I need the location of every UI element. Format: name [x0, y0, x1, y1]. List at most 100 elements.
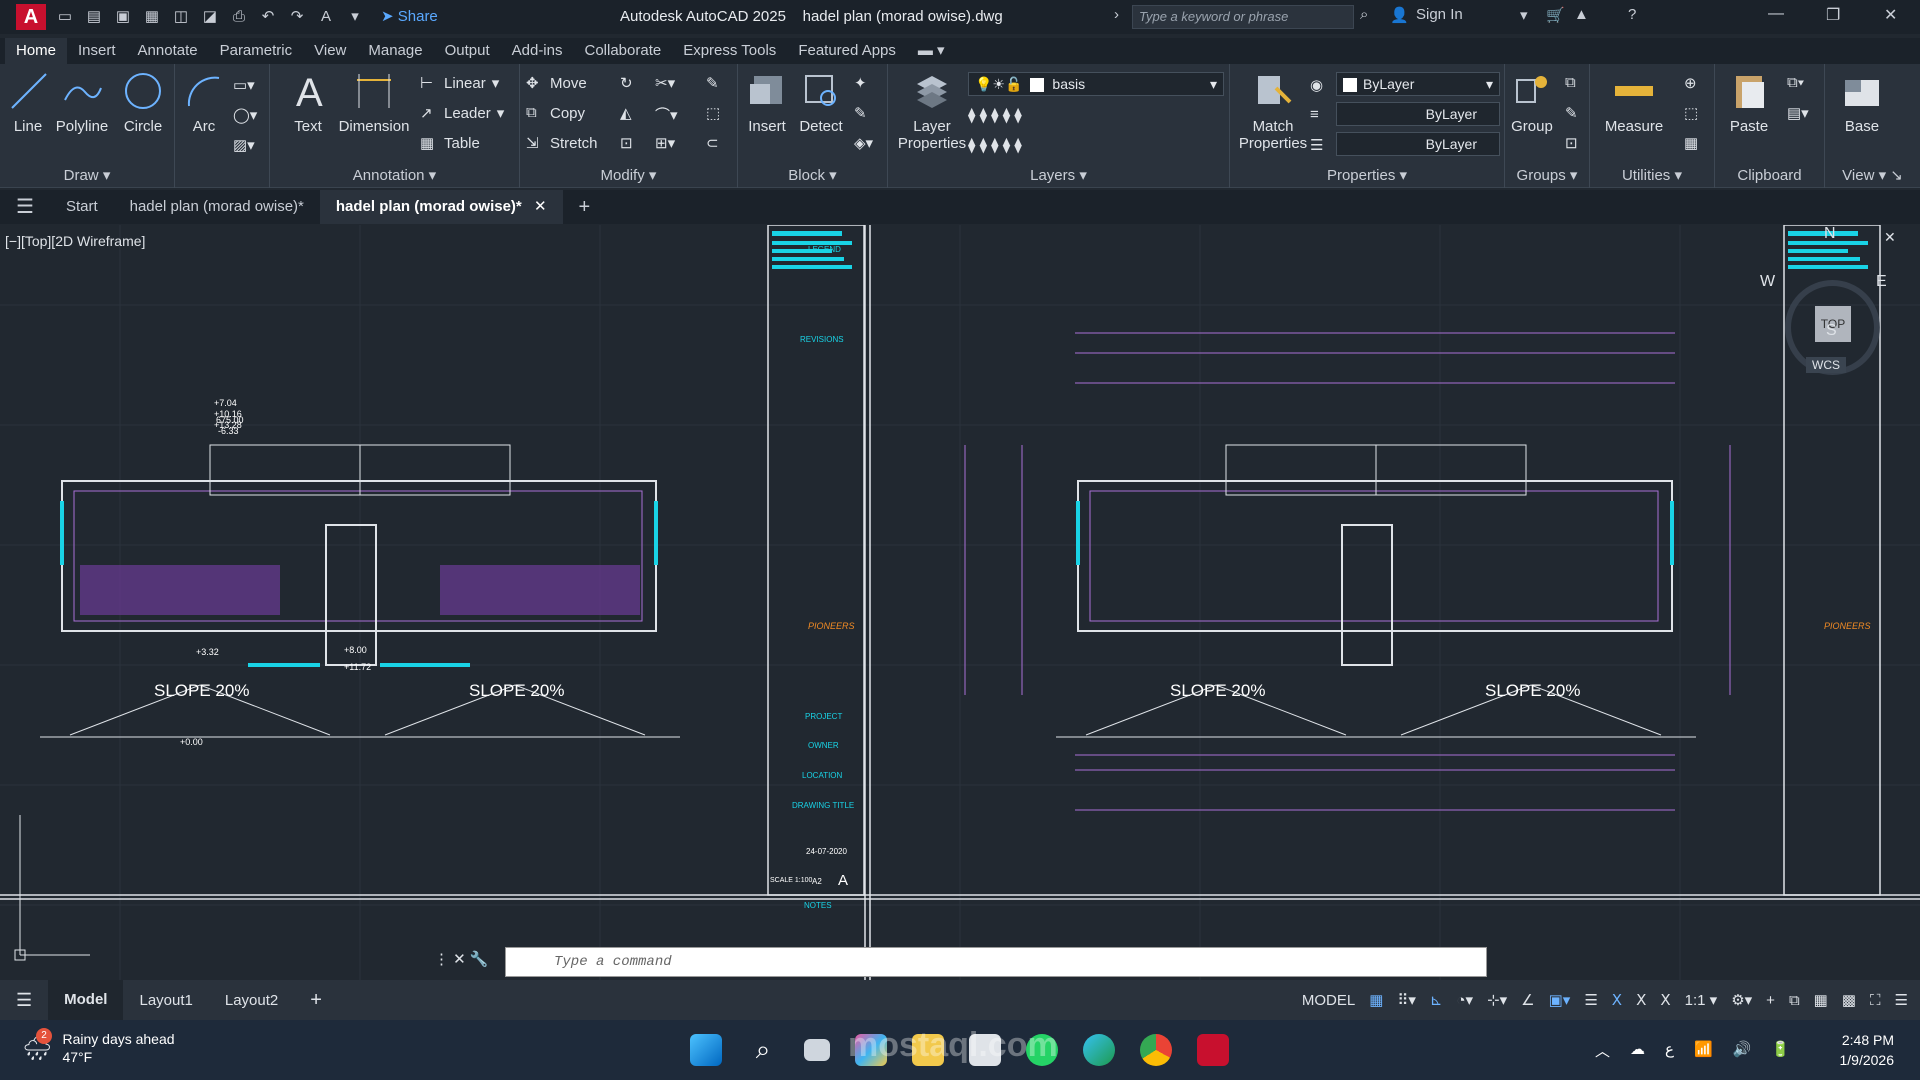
- minimize-icon[interactable]: —: [1768, 5, 1784, 23]
- start-windows-icon[interactable]: [690, 1034, 722, 1066]
- cut-icon[interactable]: ⧉▾: [1787, 74, 1804, 91]
- ungroup-icon[interactable]: ⧉: [1565, 74, 1576, 91]
- ribbon-options-icon[interactable]: ▬ ▾: [907, 38, 956, 64]
- offset-icon[interactable]: ⊂: [706, 134, 719, 152]
- layer-dropdown[interactable]: 💡☀🔓 basis ▾: [968, 72, 1224, 96]
- auto-scale-icon[interactable]: Ⅹ: [1636, 991, 1646, 1009]
- selection-cycle-icon[interactable]: ▣▾: [1549, 991, 1571, 1009]
- scale-icon[interactable]: ⊡: [620, 134, 633, 152]
- customize-status-icon[interactable]: ☰: [1895, 991, 1908, 1009]
- drawing-canvas[interactable]: [−][Top][2D Wireframe] SLOPE 20% SLOPE 2…: [0, 225, 1920, 980]
- user-icon[interactable]: 👤: [1390, 6, 1409, 24]
- cart-icon[interactable]: 🛒: [1546, 6, 1565, 24]
- paste-button[interactable]: Paste: [1721, 70, 1777, 135]
- save-icon[interactable]: ▣: [114, 8, 132, 26]
- annotation-visibility-icon[interactable]: Ⅹ: [1612, 991, 1622, 1009]
- compass-south[interactable]: S: [1826, 322, 1837, 340]
- tab-parametric[interactable]: Parametric: [209, 38, 304, 64]
- lineweight-icon[interactable]: ☰: [1310, 136, 1323, 154]
- layer-tools-row1[interactable]: ⧫ ⧫ ⧫ ⧫ ⧫: [968, 106, 1022, 124]
- grid-icon[interactable]: ▦: [1369, 991, 1383, 1009]
- command-input[interactable]: Type a command: [505, 947, 1487, 977]
- layout-menu-icon[interactable]: ☰: [0, 990, 48, 1011]
- open-web-icon[interactable]: ◫: [172, 8, 190, 26]
- scale-dropdown[interactable]: 1:1 ▾: [1685, 991, 1718, 1009]
- tab-express-tools[interactable]: Express Tools: [672, 38, 787, 64]
- erase-icon[interactable]: ✎: [706, 74, 719, 92]
- text-button[interactable]: A Text: [288, 70, 328, 135]
- plus-icon[interactable]: +: [1766, 992, 1775, 1009]
- weather-widget[interactable]: 🌧 2 Rainy days ahead 47°F: [22, 1027, 175, 1066]
- match-properties-button[interactable]: Match Properties: [1236, 70, 1310, 152]
- snap-icon[interactable]: ⠿▾: [1397, 991, 1416, 1009]
- help-icon[interactable]: ?: [1628, 6, 1636, 23]
- search-taskbar-icon[interactable]: ⌕: [747, 1034, 779, 1066]
- ellipse-icon[interactable]: ◯▾: [233, 106, 257, 124]
- view-panel-title[interactable]: View: [1842, 167, 1874, 184]
- clipboard-panel-title[interactable]: Clipboard: [1737, 167, 1801, 184]
- autodesk-app-icon[interactable]: ▲: [1574, 6, 1589, 23]
- move-button[interactable]: ✥ Move: [526, 74, 587, 93]
- wcs-menu[interactable]: WCS: [1806, 357, 1846, 373]
- dimension-button[interactable]: Dimension: [336, 70, 412, 135]
- mirror-icon[interactable]: ◭: [620, 104, 632, 122]
- base-button[interactable]: Base: [1837, 70, 1887, 135]
- command-grip-icon[interactable]: ⋮ ✕ 🔧: [434, 950, 489, 968]
- rotate-icon[interactable]: ↻: [620, 74, 633, 92]
- chevron-right-icon[interactable]: ›: [1114, 6, 1119, 23]
- ortho-icon[interactable]: ⊾: [1430, 991, 1443, 1009]
- model-space-button[interactable]: MODEL: [1302, 992, 1355, 1009]
- redo-icon[interactable]: ↷: [288, 8, 306, 26]
- polar-icon[interactable]: ◔▾: [1456, 991, 1473, 1009]
- sign-in-button[interactable]: Sign In: [1416, 6, 1463, 23]
- search-icon[interactable]: ⌕: [1360, 6, 1368, 23]
- app-menu-icon[interactable]: ☰: [0, 190, 50, 224]
- copy-button[interactable]: ⧉ Copy: [526, 104, 585, 122]
- undo-icon[interactable]: ↶: [259, 8, 277, 26]
- color-dropdown[interactable]: ByLayer ▾: [1336, 72, 1500, 96]
- id-point-icon[interactable]: ⊕: [1684, 74, 1697, 92]
- insert-button[interactable]: Insert: [742, 70, 792, 135]
- add-layout-button[interactable]: +: [294, 989, 338, 1012]
- clock[interactable]: 2:48 PM 1/9/2026: [1840, 1030, 1895, 1070]
- restore-icon[interactable]: ❐: [1826, 5, 1840, 25]
- array-icon[interactable]: ⊞▾: [655, 134, 675, 152]
- polyline-button[interactable]: Polyline: [52, 70, 112, 135]
- vpn-icon[interactable]: ☁: [1630, 1040, 1645, 1061]
- quick-select-icon[interactable]: ⬚: [1684, 104, 1698, 122]
- close-icon[interactable]: ✕: [1884, 5, 1897, 25]
- circle-button[interactable]: Circle: [118, 70, 168, 135]
- new-tab-button[interactable]: +: [563, 190, 607, 224]
- save-web-icon[interactable]: ◪: [201, 8, 219, 26]
- line-button[interactable]: Line: [8, 70, 48, 135]
- layers-panel-title[interactable]: Layers: [1030, 167, 1075, 184]
- properties-panel-title[interactable]: Properties: [1327, 167, 1395, 184]
- group-select-icon[interactable]: ⊡: [1565, 134, 1578, 152]
- compass-west[interactable]: W: [1760, 273, 1775, 291]
- linear-button[interactable]: ⊢ Linear ▾: [420, 74, 499, 93]
- tab-insert[interactable]: Insert: [67, 38, 127, 64]
- color-wheel-icon[interactable]: ◉: [1310, 76, 1323, 94]
- calculator-icon[interactable]: ▦: [1684, 134, 1698, 152]
- isolate-icon[interactable]: ⧉: [1789, 992, 1800, 1009]
- chrome-icon[interactable]: [1140, 1034, 1172, 1066]
- chevron-up-icon[interactable]: ︿: [1595, 1040, 1610, 1061]
- clean-screen-icon[interactable]: ▩: [1842, 991, 1856, 1009]
- copy-clip-icon[interactable]: ▤▾: [1787, 104, 1809, 122]
- autocad-taskbar-icon[interactable]: [1197, 1034, 1229, 1066]
- edit-block-icon[interactable]: ✎: [854, 104, 867, 122]
- tab-start[interactable]: Start: [50, 190, 114, 224]
- detect-button[interactable]: Detect: [794, 70, 848, 135]
- open-file-icon[interactable]: ▤: [85, 8, 103, 26]
- modify-panel-title[interactable]: Modify: [601, 167, 645, 184]
- tab-layout1[interactable]: Layout1: [123, 992, 208, 1009]
- create-block-icon[interactable]: ✦: [854, 74, 867, 92]
- layer-tools-row2[interactable]: ⧫ ⧫ ⧫ ⧫ ⧫: [968, 136, 1022, 154]
- annotation-panel-title[interactable]: Annotation: [353, 167, 425, 184]
- lineweight-dropdown[interactable]: ByLayer: [1336, 132, 1500, 156]
- tab-manage[interactable]: Manage: [357, 38, 433, 64]
- tab-featured-apps[interactable]: Featured Apps: [787, 38, 907, 64]
- group-edit-icon[interactable]: ✎: [1565, 104, 1578, 122]
- leader-button[interactable]: ↗ Leader ▾: [420, 104, 504, 123]
- compass-east[interactable]: E: [1876, 273, 1887, 291]
